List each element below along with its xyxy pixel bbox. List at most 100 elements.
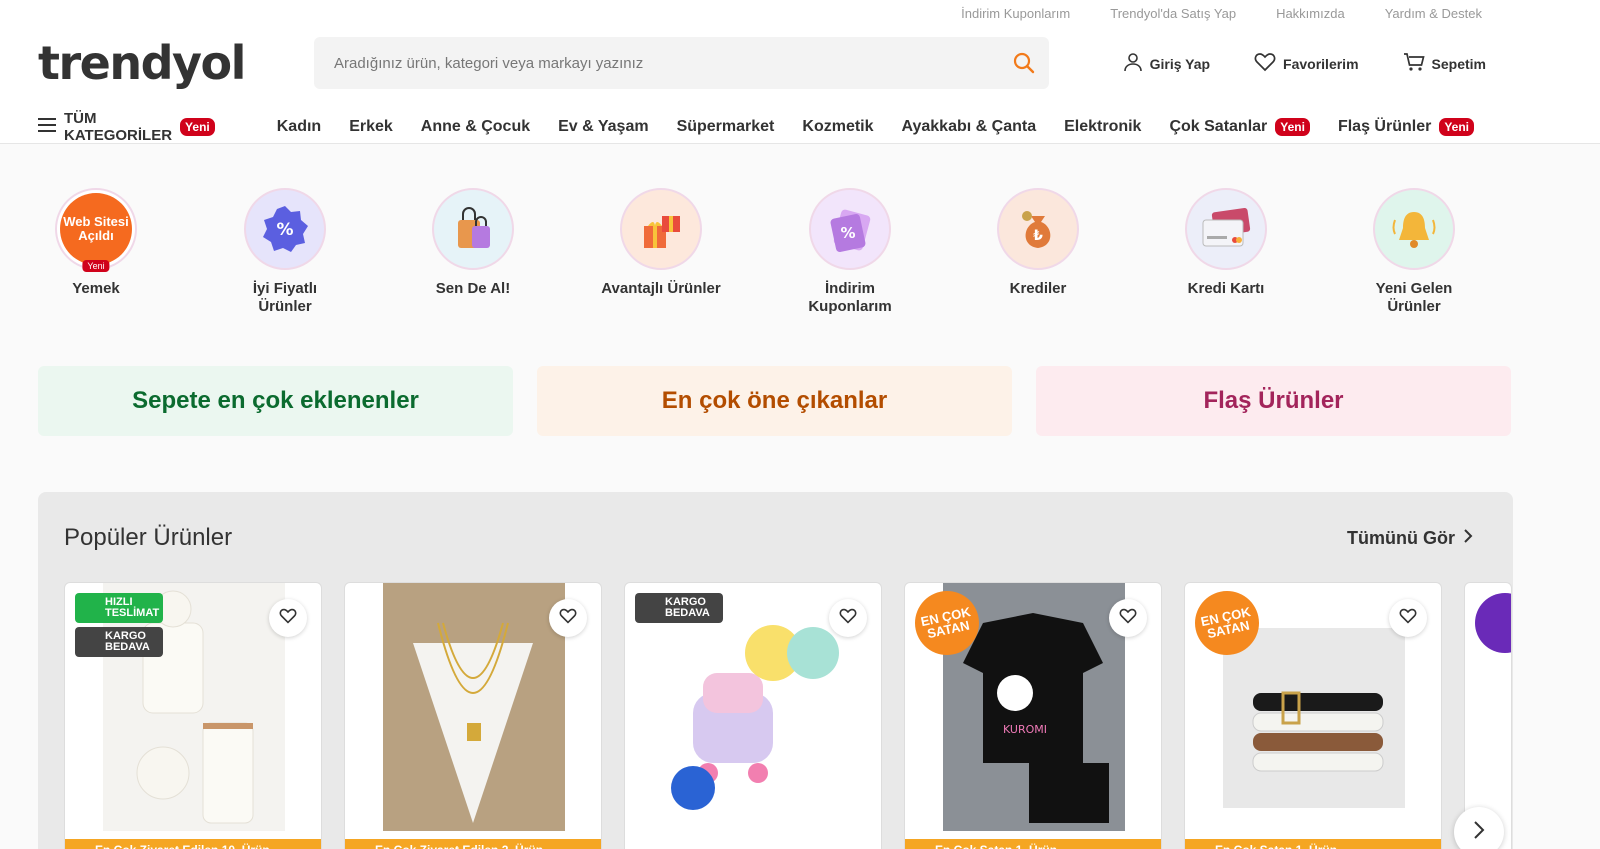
nav-item-erkek[interactable]: Erkek bbox=[349, 118, 393, 136]
new-badge: Yeni bbox=[1275, 118, 1310, 136]
nav-item-ayakkabi-canta[interactable]: Ayakkabı & Çanta bbox=[902, 118, 1037, 136]
nav-item-kadin[interactable]: Kadın bbox=[277, 118, 321, 136]
story-label: Avantajlı Ürünler bbox=[601, 280, 721, 297]
top-link-help[interactable]: Yardım & Destek bbox=[1385, 6, 1482, 21]
story-yemek[interactable]: Web Sitesi Açıldı Yeni Yemek bbox=[36, 188, 156, 298]
percent-tag-icon: % bbox=[244, 188, 326, 270]
all-categories-label: TÜM KATEGORİLER bbox=[64, 110, 173, 144]
top-link-about[interactable]: Hakkımızda bbox=[1276, 6, 1345, 21]
product-tag: En Çok Satan 1. Ürün bbox=[1185, 839, 1441, 849]
cart-button[interactable]: Sepetim bbox=[1403, 52, 1486, 75]
nav-item-label: Çok Satanlar bbox=[1169, 118, 1268, 135]
nav-item-supermarket[interactable]: Süpermarket bbox=[677, 118, 775, 136]
free-shipping-badge: KARGO BEDAVA bbox=[635, 593, 723, 623]
nav-item-elektronik[interactable]: Elektronik bbox=[1064, 118, 1141, 136]
favorite-button[interactable] bbox=[549, 599, 587, 637]
shopping-bags-icon bbox=[432, 188, 514, 270]
story-yeni-gelen[interactable]: Yeni Gelen Ürünler bbox=[1354, 188, 1474, 316]
banner-flash[interactable]: Flaş Ürünler bbox=[1036, 366, 1511, 436]
logo[interactable]: trendyol bbox=[38, 36, 246, 90]
heart-icon bbox=[1119, 608, 1137, 629]
top-link-sell[interactable]: Trendyol'da Satış Yap bbox=[1110, 6, 1236, 21]
carousel-next-button[interactable] bbox=[1454, 807, 1504, 849]
product-tag: En Çok Ziyaret Edilen 2. Ürün bbox=[345, 839, 601, 849]
story-label: İyi Fiyatlı Ürünler bbox=[252, 280, 318, 315]
free-shipping-badge: KARGO BEDAVA bbox=[75, 627, 163, 657]
nav-item-flas-urunler[interactable]: Flaş Ürünler Yeni bbox=[1338, 118, 1474, 136]
heart-icon bbox=[279, 608, 297, 629]
story-indirim-kuponlarim[interactable]: % İndirim Kuponlarım bbox=[790, 188, 910, 316]
popular-products-section: Popüler Ürünler Tümünü Gör HIZLI TESLİMA… bbox=[38, 492, 1513, 849]
search-icon[interactable] bbox=[999, 51, 1049, 75]
favorite-button[interactable] bbox=[1109, 599, 1147, 637]
favorites-label: Favorilerim bbox=[1283, 55, 1359, 72]
story-kredi-karti[interactable]: Kredi Kartı bbox=[1166, 188, 1286, 298]
product-card[interactable]: HIZLI TESLİMAT KARGO BEDAVA En Çok Ziyar… bbox=[64, 582, 322, 849]
product-tag: En Çok Ziyaret Edilen 10. Ürün bbox=[65, 839, 321, 849]
nav-item-ev-yasam[interactable]: Ev & Yaşam bbox=[558, 118, 648, 136]
web-sitesi-acildi-icon: Web Sitesi Açıldı Yeni bbox=[55, 188, 137, 272]
section-title: Popüler Ürünler bbox=[64, 524, 233, 551]
heart-icon bbox=[1399, 608, 1417, 629]
credit-card-icon bbox=[1185, 188, 1267, 270]
all-categories-button[interactable]: TÜM KATEGORİLER Yeni bbox=[38, 110, 215, 144]
nav-item-kozmetik[interactable]: Kozmetik bbox=[802, 118, 873, 136]
heart-icon bbox=[1254, 52, 1276, 75]
favorite-button[interactable] bbox=[1389, 599, 1427, 637]
nav-item-anne-cocuk[interactable]: Anne & Çocuk bbox=[421, 118, 530, 136]
bell-icon bbox=[1373, 188, 1455, 270]
story-label: Sen De Al! bbox=[435, 280, 511, 297]
new-tag: Yeni bbox=[82, 260, 110, 272]
product-card[interactable]: KUROMI EN ÇOK SATAN En Çok Satan 1. Ürün bbox=[904, 582, 1162, 849]
nav-item-cok-satanlar[interactable]: Çok Satanlar Yeni bbox=[1169, 118, 1310, 136]
svg-text:KUROMI: KUROMI bbox=[1003, 723, 1047, 736]
top-links: İndirim Kuponlarım Trendyol'da Satış Yap… bbox=[961, 6, 1482, 21]
new-badge: Yeni bbox=[1439, 118, 1474, 136]
banner-row: Sepete en çok eklenenler En çok öne çıka… bbox=[38, 366, 1511, 436]
story-label: Krediler bbox=[1009, 280, 1067, 297]
site-header: İndirim Kuponlarım Trendyol'da Satış Yap… bbox=[0, 0, 1600, 144]
see-all-link[interactable]: Tümünü Gör bbox=[1347, 528, 1473, 549]
story-circle-text: Web Sitesi Açıldı bbox=[60, 193, 132, 265]
hamburger-icon bbox=[38, 117, 56, 137]
product-card[interactable]: En Çok Ziyaret Edilen 2. Ürün bbox=[344, 582, 602, 849]
svg-text:%: % bbox=[276, 220, 293, 240]
story-label: İndirim Kuponlarım bbox=[808, 280, 892, 315]
story-circles: Web Sitesi Açıldı Yeni Yemek % İyi Fiyat… bbox=[0, 188, 1600, 318]
product-image bbox=[383, 583, 565, 831]
product-card[interactable]: EN ÇOK SATAN En Çok Satan 1. Ürün bbox=[1184, 582, 1442, 849]
user-icon bbox=[1123, 52, 1143, 75]
product-card[interactable]: KARGO BEDAVA bbox=[624, 582, 882, 849]
banner-featured[interactable]: En çok öne çıkanlar bbox=[537, 366, 1012, 436]
svg-text:%: % bbox=[840, 224, 855, 242]
story-sen-de-al[interactable]: Sen De Al! bbox=[413, 188, 533, 298]
login-button[interactable]: Giriş Yap bbox=[1123, 52, 1210, 75]
search-bar bbox=[314, 37, 1049, 89]
cart-icon bbox=[1403, 52, 1425, 75]
category-nav: TÜM KATEGORİLER Yeni Kadın Erkek Anne & … bbox=[38, 110, 1498, 144]
banner-most-added[interactable]: Sepete en çok eklenenler bbox=[38, 366, 513, 436]
story-krediler[interactable]: ₺ Krediler bbox=[978, 188, 1098, 298]
heart-icon bbox=[559, 608, 577, 629]
story-iyi-fiyatli[interactable]: % İyi Fiyatlı Ürünler bbox=[225, 188, 345, 316]
svg-text:₺: ₺ bbox=[1033, 228, 1043, 244]
search-input[interactable] bbox=[314, 37, 999, 89]
avantajli-badge bbox=[1475, 593, 1511, 653]
nav-item-label: Flaş Ürünler bbox=[1337, 118, 1432, 135]
product-tag: En Çok Satan 1. Ürün bbox=[905, 839, 1161, 849]
heart-icon bbox=[839, 608, 857, 629]
product-carousel: HIZLI TESLİMAT KARGO BEDAVA En Çok Ziyar… bbox=[64, 582, 1512, 849]
new-badge: Yeni bbox=[180, 118, 215, 136]
story-label: Yemek bbox=[72, 280, 120, 297]
story-label: Kredi Kartı bbox=[1187, 280, 1265, 297]
story-avantajli[interactable]: Avantajlı Ürünler bbox=[601, 188, 721, 298]
favorites-button[interactable]: Favorilerim bbox=[1254, 52, 1359, 75]
login-label: Giriş Yap bbox=[1149, 55, 1211, 72]
chevron-right-icon bbox=[1463, 528, 1473, 549]
top-link-coupons[interactable]: İndirim Kuponlarım bbox=[961, 6, 1070, 21]
chevron-right-icon bbox=[1473, 820, 1485, 845]
story-label: Yeni Gelen Ürünler bbox=[1375, 280, 1453, 315]
see-all-label: Tümünü Gör bbox=[1347, 528, 1455, 548]
favorite-button[interactable] bbox=[269, 599, 307, 637]
favorite-button[interactable] bbox=[829, 599, 867, 637]
